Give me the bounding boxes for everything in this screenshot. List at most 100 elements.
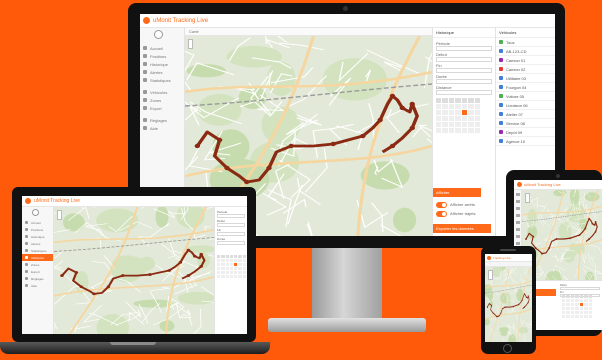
calendar-day[interactable] xyxy=(234,263,238,266)
panel-field-input[interactable] xyxy=(217,232,245,236)
calendar-day[interactable] xyxy=(588,311,592,314)
calendar-day[interactable] xyxy=(238,263,242,266)
calendar-day[interactable] xyxy=(448,128,455,133)
calendar-day[interactable] xyxy=(455,110,461,115)
calendar-day[interactable] xyxy=(229,275,234,278)
sidebar-item[interactable]: Positions xyxy=(140,52,184,60)
calendar-day[interactable] xyxy=(225,275,229,278)
user-avatar[interactable] xyxy=(154,30,163,39)
calendar-day[interactable] xyxy=(566,303,570,306)
device-list-item[interactable]: Utilitaire 03 xyxy=(496,74,555,83)
calendar-day[interactable] xyxy=(436,116,442,121)
show-history-button[interactable]: Afficher xyxy=(433,188,481,197)
sidebar-item[interactable]: Positions xyxy=(22,226,53,233)
sidebar-item[interactable]: Historique xyxy=(140,60,184,68)
calendar-day[interactable] xyxy=(584,303,588,306)
calendar-day[interactable] xyxy=(242,259,246,262)
toggle-switch[interactable] xyxy=(436,210,447,217)
calendar-day[interactable] xyxy=(448,110,455,115)
calendar-day[interactable] xyxy=(570,299,575,302)
calendar-day[interactable] xyxy=(238,267,242,270)
sidebar-item[interactable]: Réglages xyxy=(22,275,53,282)
calendar-day[interactable] xyxy=(588,315,592,318)
calendar-day[interactable] xyxy=(584,311,588,314)
calendar-day[interactable] xyxy=(588,307,592,310)
calendar-day[interactable] xyxy=(221,267,225,270)
sidebar-item-icon[interactable] xyxy=(516,235,520,238)
device-list-item[interactable]: Camion 01 xyxy=(496,56,555,65)
calendar-day[interactable] xyxy=(575,315,579,318)
calendar-day[interactable] xyxy=(442,110,448,115)
calendar-day[interactable] xyxy=(455,122,461,127)
calendar-day[interactable] xyxy=(575,299,579,302)
calendar-day[interactable] xyxy=(566,307,570,310)
calendar-day[interactable] xyxy=(455,116,461,121)
calendar-day[interactable] xyxy=(225,267,229,270)
calendar-day[interactable] xyxy=(579,307,584,310)
calendar-day[interactable] xyxy=(579,311,584,314)
calendar-day[interactable] xyxy=(229,271,234,274)
map-tab[interactable]: Carte xyxy=(189,29,199,34)
device-list-item[interactable]: Service 08 xyxy=(496,119,555,128)
calendar-day[interactable] xyxy=(468,128,474,133)
calendar-day[interactable] xyxy=(474,128,480,133)
sidebar-item-icon[interactable] xyxy=(516,193,520,196)
calendar-day[interactable] xyxy=(588,299,592,302)
device-list-item[interactable]: Atelier 07 xyxy=(496,110,555,119)
sidebar-item[interactable]: Statistiques xyxy=(22,247,53,254)
calendar-day[interactable] xyxy=(448,104,455,109)
calendar-day[interactable] xyxy=(217,267,221,270)
panel-field-input[interactable] xyxy=(560,287,600,290)
sidebar-item-icon[interactable] xyxy=(516,242,520,245)
calendar-day[interactable] xyxy=(461,128,468,133)
calendar-day[interactable] xyxy=(242,263,246,266)
sidebar-item[interactable]: Accueil xyxy=(140,44,184,52)
calendar-day[interactable] xyxy=(474,104,480,109)
panel-field-input[interactable] xyxy=(436,90,492,95)
device-list-item[interactable]: Tous xyxy=(496,38,555,47)
device-list-item[interactable]: Voiture 05 xyxy=(496,92,555,101)
sidebar-item[interactable]: Zones xyxy=(140,96,184,104)
calendar-day[interactable] xyxy=(584,315,588,318)
calendar-day[interactable] xyxy=(584,299,588,302)
calendar-day[interactable] xyxy=(442,116,448,121)
device-list-item[interactable]: Livraison 06 xyxy=(496,101,555,110)
sidebar-item[interactable]: Statistiques xyxy=(140,76,184,84)
calendar-day[interactable] xyxy=(566,299,570,302)
calendar-day[interactable] xyxy=(225,271,229,274)
calendar-day[interactable] xyxy=(588,303,592,306)
sidebar-item-icon[interactable] xyxy=(516,214,520,217)
calendar-day[interactable] xyxy=(234,275,238,278)
toggle-switch[interactable] xyxy=(436,201,447,208)
calendar-day[interactable] xyxy=(575,311,579,314)
export-data-button[interactable]: Exporter les données xyxy=(433,224,491,233)
calendar-day[interactable] xyxy=(225,263,229,266)
calendar-day[interactable] xyxy=(455,104,461,109)
sidebar-item[interactable]: Accueil xyxy=(22,219,53,226)
device-list-item[interactable]: Camion 02 xyxy=(496,65,555,74)
calendar-day[interactable] xyxy=(448,116,455,121)
phone-home-button[interactable] xyxy=(503,344,512,353)
calendar-day[interactable] xyxy=(575,307,579,310)
calendar-day[interactable] xyxy=(468,116,474,121)
device-list-item[interactable]: AB-123-CD xyxy=(496,47,555,56)
calendar-day[interactable] xyxy=(442,128,448,133)
calendar-day[interactable] xyxy=(566,315,570,318)
calendar-day[interactable] xyxy=(217,275,221,278)
zoom-control[interactable] xyxy=(488,270,493,280)
calendar-day[interactable] xyxy=(229,263,234,266)
calendar-day[interactable] xyxy=(461,116,468,121)
calendar-day[interactable] xyxy=(221,263,225,266)
panel-field-input[interactable] xyxy=(436,68,492,73)
sidebar-item[interactable]: Aide xyxy=(22,282,53,289)
calendar-day[interactable] xyxy=(579,299,584,302)
calendar-day[interactable] xyxy=(562,303,566,306)
sidebar-item[interactable]: Alertes xyxy=(22,240,53,247)
calendar-day[interactable] xyxy=(436,110,442,115)
sidebar-item[interactable]: Véhicules xyxy=(22,254,53,261)
zoom-control[interactable] xyxy=(188,39,193,49)
sidebar-item-icon[interactable] xyxy=(516,200,520,203)
calendar-day[interactable] xyxy=(238,259,242,262)
device-list-item[interactable]: Fourgon 04 xyxy=(496,83,555,92)
sidebar-item-icon[interactable] xyxy=(516,228,520,231)
